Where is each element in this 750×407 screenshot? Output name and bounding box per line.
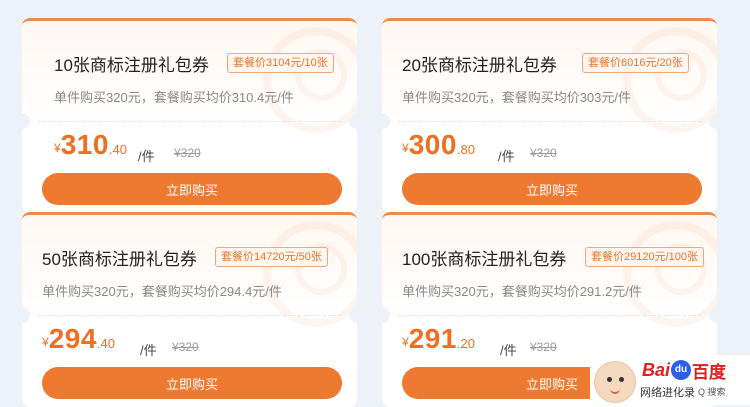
coupon-description: 单件购买320元，套餐购买均价310.4元/件 [54,90,294,105]
unit-price: ¥294.40 [42,323,115,355]
original-price: ¥320 [530,340,557,354]
price-integer: 310 [60,129,109,160]
mascot-icon [594,361,636,403]
baidu-logo: Bai du 百度 [642,359,727,382]
original-price: ¥320 [530,146,557,160]
price-decimal: .80 [456,142,475,157]
currency-symbol: ¥ [42,335,49,349]
dashed-divider [398,315,701,316]
ticket-notch-right [349,113,357,129]
dashed-divider [38,315,341,316]
ticket-notch-right [349,307,357,323]
search-link[interactable]: Q 搜索 [698,385,726,398]
coupon-card-20: 20张商标注册礼包券 套餐价6016元/20张 单件购买320元，套餐购买均价3… [382,18,717,213]
buy-now-button[interactable]: 立即购买 [42,367,342,399]
price-unit: /件 [498,149,515,164]
price-decimal: .40 [108,142,127,157]
ticket-notch-right [709,113,717,129]
original-price: ¥320 [172,340,199,354]
dashed-divider [38,121,341,122]
price-integer: 291 [408,323,457,354]
currency-symbol: ¥ [402,335,409,349]
currency-symbol: ¥ [402,141,409,155]
coupon-title: 50张商标注册礼包券 [42,250,197,269]
coupon-description: 单件购买320元，套餐购买均价294.4元/件 [42,284,282,299]
original-price: ¥320 [174,146,201,160]
coupon-title: 10张商标注册礼包券 [54,56,209,75]
logo-text-baidu: 百度 [692,362,727,382]
package-price-tag: 套餐价6016元/20张 [582,53,689,73]
coupon-card-10: 10张商标注册礼包券 套餐价3104元/10张 单件购买320元，套餐购买均价3… [22,18,357,213]
coupon-title: 20张商标注册礼包券 [402,56,557,75]
paw-icon: du [671,360,692,380]
mascot-eye-left [607,377,612,382]
ticket-notch-right [709,307,717,323]
package-price-tag: 套餐价3104元/10张 [227,53,334,73]
price-integer: 300 [408,129,457,160]
price-unit: /件 [500,343,517,358]
buy-now-button[interactable]: 立即购买 [402,173,702,205]
price-decimal: .20 [456,336,475,351]
coupon-title: 100张商标注册礼包券 [402,250,567,269]
baidu-watermark: Bai du 百度 网络进化录 Q 搜索 [590,355,750,405]
price-unit: /件 [138,149,155,164]
currency-symbol: ¥ [54,141,61,155]
account-name: 网络进化录 [640,387,695,399]
coupon-description: 单件购买320元，套餐购买均价291.2元/件 [402,284,642,299]
unit-price: ¥291.20 [402,323,475,355]
logo-text-bai: Bai [642,359,671,380]
buy-now-button[interactable]: 立即购买 [42,173,342,205]
price-unit: /件 [140,343,157,358]
price-integer: 294 [48,323,97,354]
coupon-description: 单件购买320元，套餐购买均价303元/件 [402,90,631,105]
unit-price: ¥310.40 [54,129,127,161]
unit-price: ¥300.80 [402,129,475,161]
dashed-divider [398,121,701,122]
coupon-card-50: 50张商标注册礼包券 套餐价14720元/50张 单件购买320元，套餐购买均价… [22,212,357,407]
mascot-eye-right [619,377,624,382]
mascot-mouth [610,387,620,394]
package-price-tag: 套餐价14720元/50张 [215,247,328,267]
package-price-tag: 套餐价29120元/100张 [585,247,704,267]
price-decimal: .40 [96,336,115,351]
